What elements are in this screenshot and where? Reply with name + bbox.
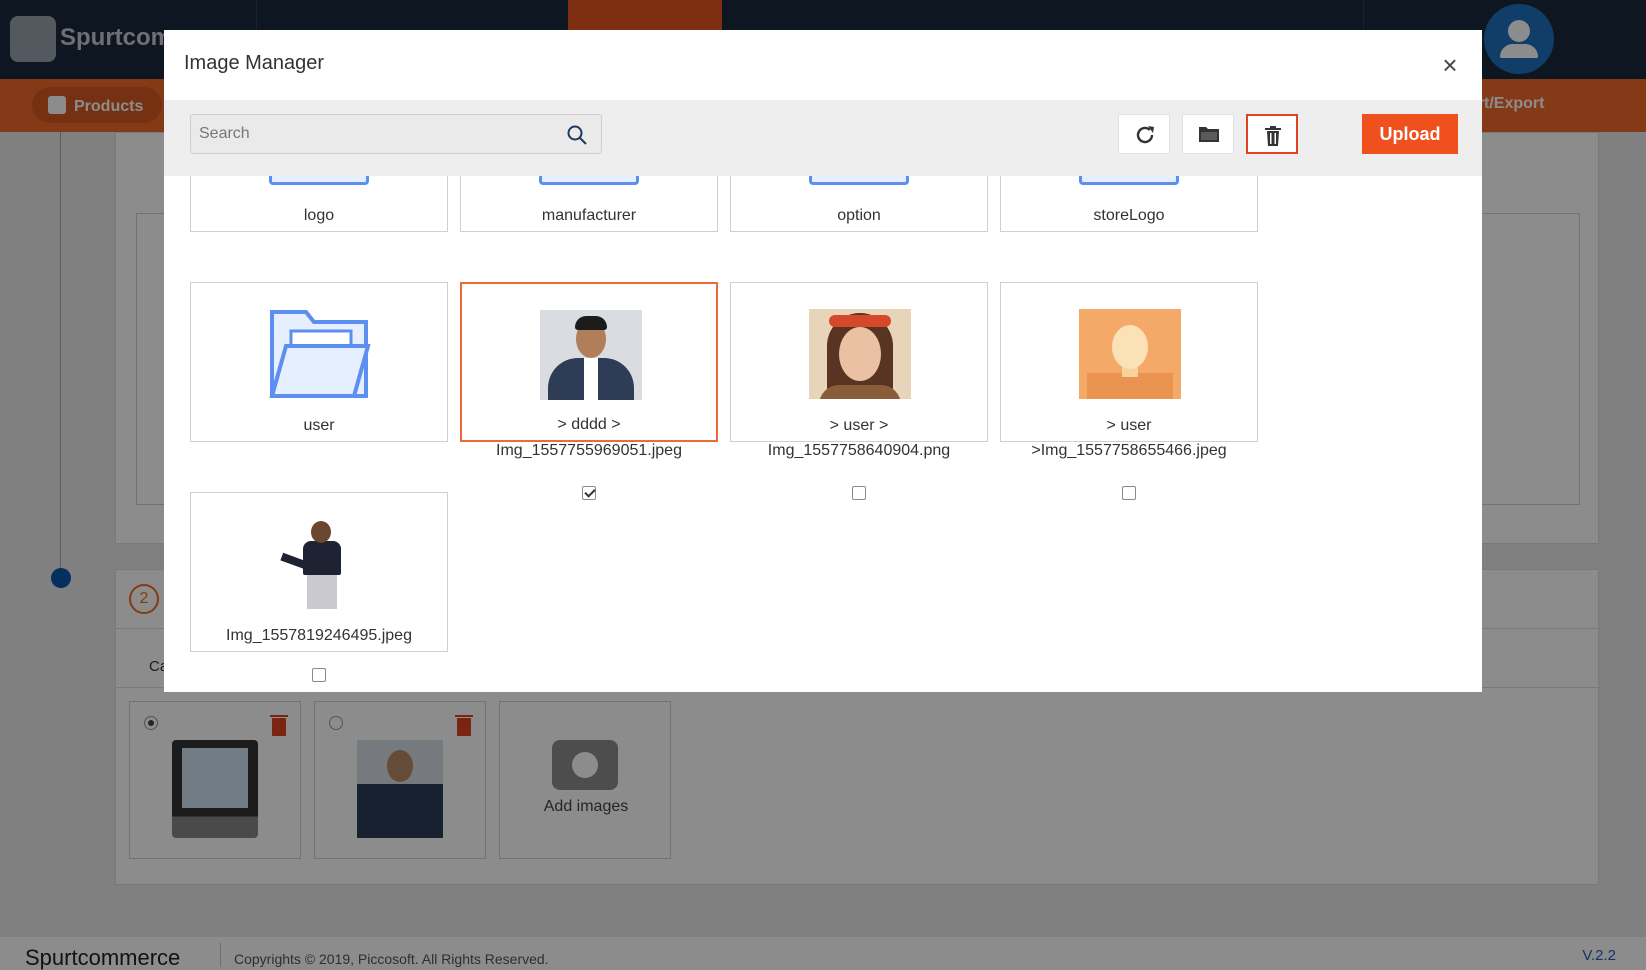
image-path: > dddd > [557,416,621,433]
new-folder-button[interactable] [1182,114,1234,154]
image-filename: Img_1557758640904.png [767,442,951,459]
image-path: > user > [829,417,889,434]
refresh-button[interactable] [1118,114,1170,154]
folder-tile-manufacturer[interactable]: manufacturer [460,176,718,232]
thumb-head [1112,325,1148,369]
image-tile[interactable]: > dddd > [460,282,718,442]
thumb-face [839,327,881,381]
folder-tile-storelogo[interactable]: storeLogo [1000,176,1258,232]
image-tile[interactable]: > user > [730,282,988,442]
thumb-shirt [584,358,598,400]
image-select-checkbox[interactable] [582,486,596,500]
folder-name: option [837,207,881,224]
thumb-dress [819,385,901,399]
trash-icon [1265,126,1281,146]
modal-title: Image Manager [184,52,325,74]
thumb-head [311,521,331,543]
image-path: > user [1106,417,1152,434]
image-filename: >Img_1557758655466.jpeg [1031,442,1227,459]
folder-icon [1199,127,1219,142]
folder-name: manufacturer [541,207,637,224]
folder-icon [269,310,371,398]
folder-name: user [303,417,335,434]
thumb-wreath [829,315,891,327]
search-input[interactable] [191,115,551,153]
image-filename: Img_1557755969051.jpeg [496,442,682,459]
folder-icon [809,176,909,185]
image-select-checkbox[interactable] [312,668,326,682]
image-select-checkbox[interactable] [852,486,866,500]
image-manager-modal: Image Manager × Search Upload logo manuf… [164,30,1482,692]
folder-icon [539,176,639,185]
file-grid: logo manufacturer option storeLogo user [164,176,1482,692]
image-tile[interactable]: > user [1000,282,1258,442]
folder-icon [1079,176,1179,185]
image-manager-toolbar: Upload [164,100,1482,176]
image-thumbnail [269,519,371,609]
refresh-icon [1136,126,1154,144]
search-icon[interactable] [567,125,587,145]
image-tile[interactable]: Img_1557819246495.jpeg [190,492,448,652]
image-thumbnail [540,310,642,400]
thumb-hair [575,316,607,330]
image-thumbnail [1079,309,1181,399]
thumb-pants [307,575,337,609]
thumb-jacket [303,541,341,575]
folder-tile-logo[interactable]: logo [190,176,448,232]
folder-icon [269,176,369,185]
folder-name: storeLogo [1093,207,1165,224]
search-box [190,114,602,154]
modal-header: Image Manager × [164,30,1482,100]
delete-button[interactable] [1246,114,1298,154]
image-thumbnail [809,309,911,399]
folder-tile-user[interactable]: user [190,282,448,442]
folder-name: logo [303,207,335,224]
upload-button[interactable]: Upload [1362,114,1458,154]
close-icon[interactable]: × [1438,52,1462,78]
folder-tile-option[interactable]: option [730,176,988,232]
image-select-checkbox[interactable] [1122,486,1136,500]
image-filename: Img_1557819246495.jpeg [226,627,412,644]
